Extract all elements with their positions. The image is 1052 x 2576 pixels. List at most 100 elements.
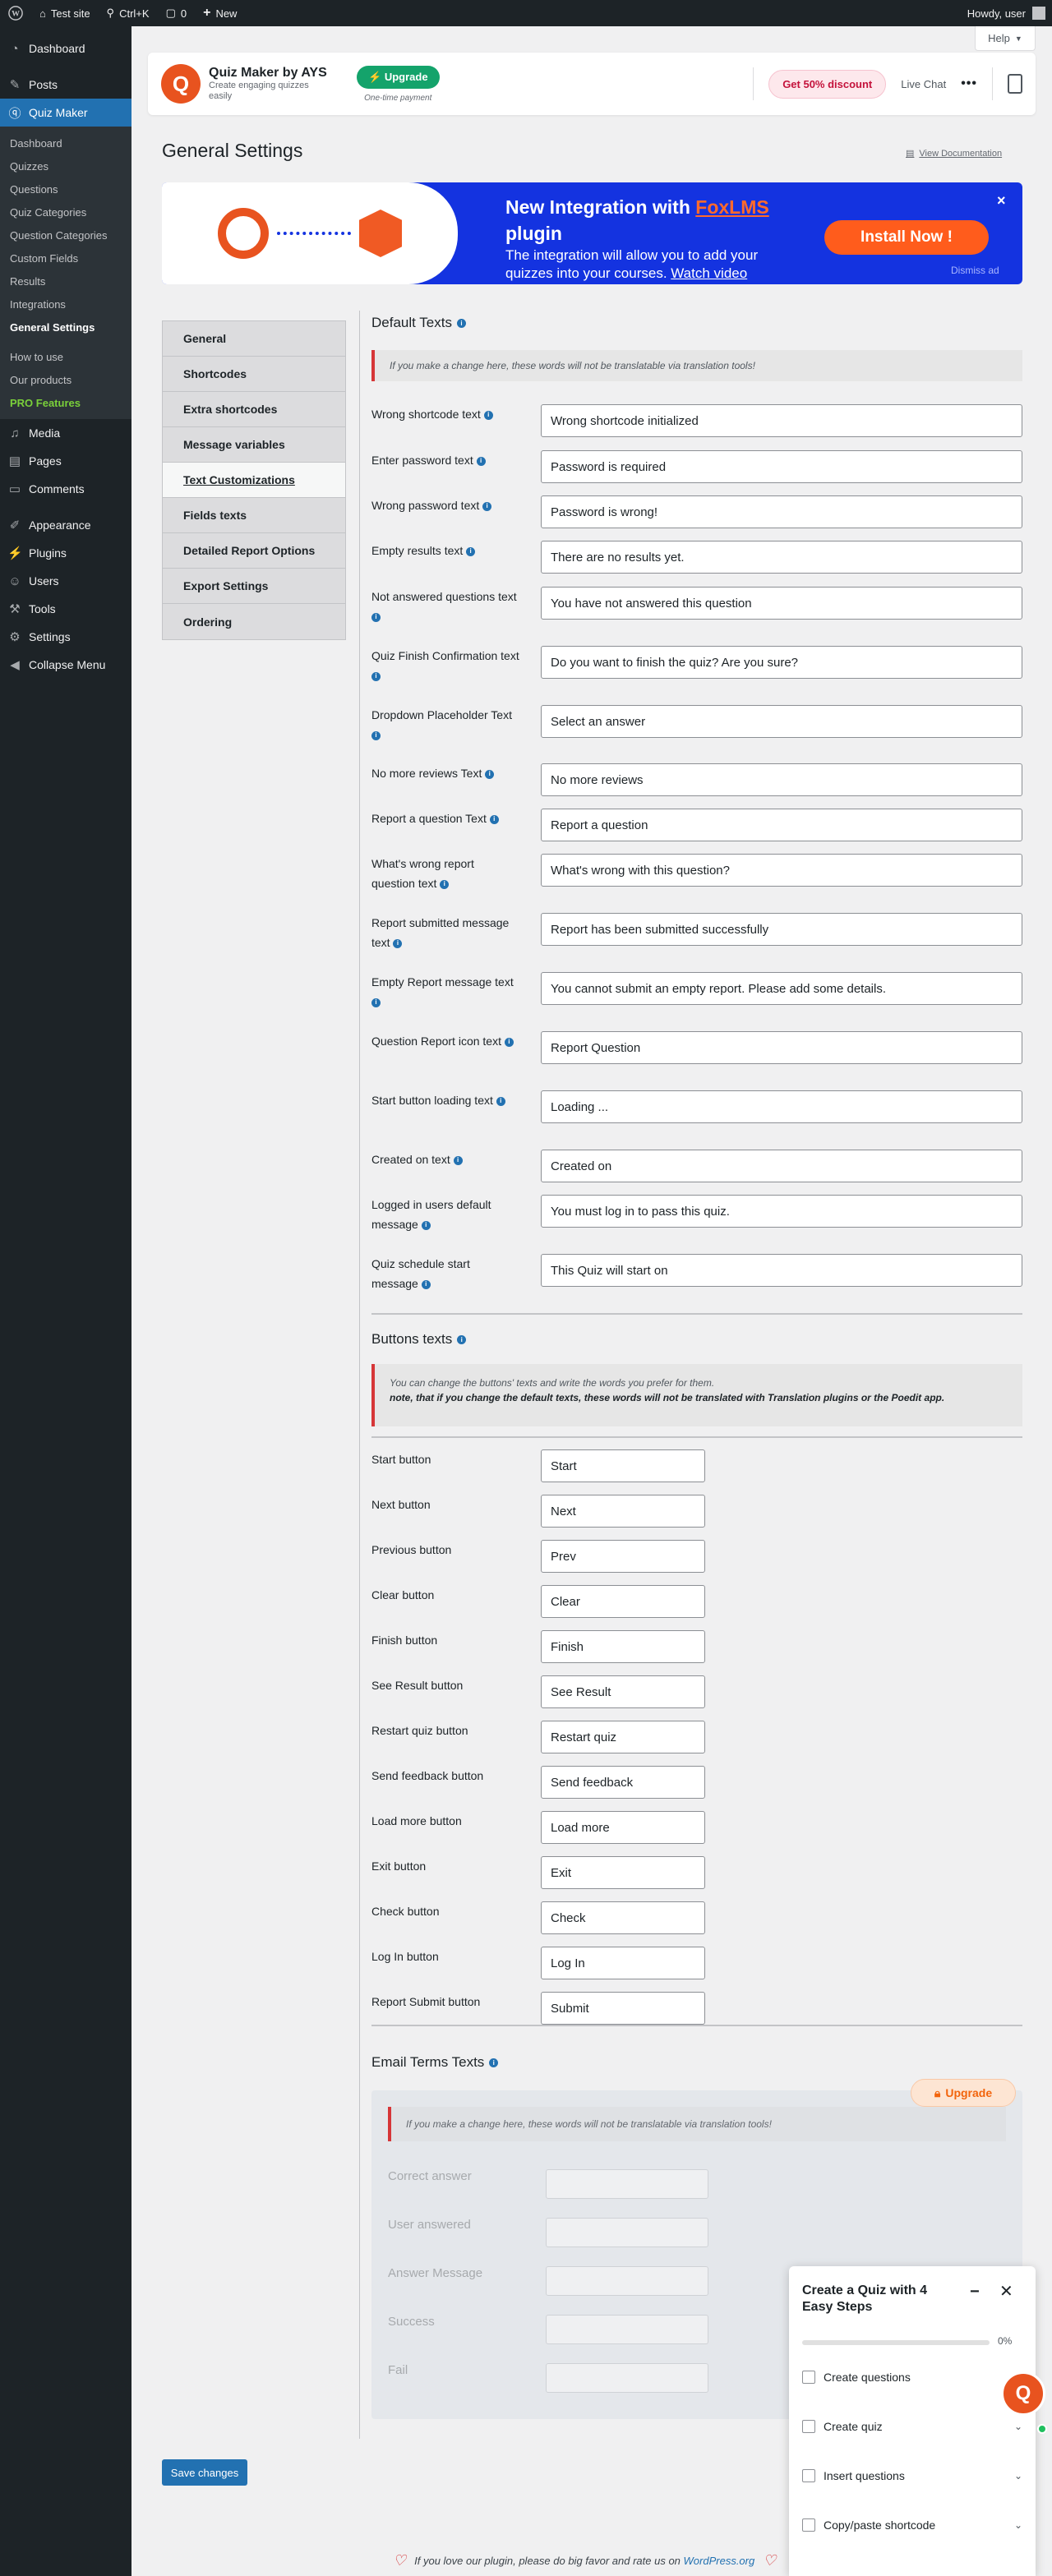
tab-detailed-report-options[interactable]: Detailed Report Options	[163, 533, 345, 569]
sidebar-item-plugins[interactable]: ⚡ Plugins	[0, 539, 132, 567]
save-changes-button[interactable]: Save changes	[162, 2459, 247, 2486]
info-icon[interactable]: i	[466, 546, 476, 556]
info-icon[interactable]: i	[456, 318, 466, 328]
text-input[interactable]: Wrong shortcode initialized	[541, 404, 1022, 437]
more-menu-button[interactable]: •••	[961, 76, 977, 91]
sidebar-item-appearance[interactable]: ✐ Appearance	[0, 511, 132, 539]
wordpress-org-link[interactable]: WordPress.org	[684, 2555, 755, 2567]
step-checkbox[interactable]	[802, 2420, 815, 2433]
info-icon[interactable]: i	[371, 730, 381, 740]
tab-fields-texts[interactable]: Fields texts	[163, 498, 345, 533]
site-link[interactable]: ⌂ Test site	[31, 0, 99, 26]
text-input[interactable]: You must log in to pass this quiz.	[541, 1195, 1022, 1228]
text-input[interactable]: Password is required	[541, 450, 1022, 483]
text-input[interactable]: What's wrong with this question?	[541, 854, 1022, 887]
info-icon[interactable]: i	[457, 1334, 467, 1344]
sidebar-item-quiz-maker[interactable]: ⓠ Quiz Maker	[0, 99, 132, 127]
collapse-menu-button[interactable]: ◀ Collapse Menu	[0, 651, 132, 679]
live-chat-link[interactable]: Live Chat	[901, 78, 946, 90]
sidebar-item-settings[interactable]: ⚙ Settings	[0, 623, 132, 651]
submenu-results[interactable]: Results	[0, 270, 132, 293]
text-input[interactable]: Start	[541, 1449, 705, 1482]
info-icon[interactable]: i	[476, 456, 486, 466]
quiz-maker-avatar-icon[interactable]: Q	[1001, 2371, 1045, 2416]
text-input[interactable]: Next	[541, 1495, 705, 1528]
close-icon[interactable]: ✕	[999, 2281, 1013, 2302]
submenu-question-categories[interactable]: Question Categories	[0, 223, 132, 247]
dismiss-ad-link[interactable]: Dismiss ad	[951, 265, 999, 276]
watch-video-link[interactable]: Watch video	[671, 265, 747, 281]
wordpress-logo-icon[interactable]: W	[0, 0, 31, 26]
submenu-dashboard[interactable]: Dashboard	[0, 131, 132, 154]
step-checkbox[interactable]	[802, 2371, 815, 2384]
text-input[interactable]: You cannot submit an empty report. Pleas…	[541, 972, 1022, 1005]
step-checkbox[interactable]	[802, 2518, 815, 2532]
submenu-our-products[interactable]: Our products	[0, 368, 132, 391]
info-icon[interactable]: i	[489, 814, 499, 824]
info-icon[interactable]: i	[485, 769, 495, 779]
email-upgrade-button[interactable]: 🔒︎ Upgrade	[911, 2079, 1016, 2107]
info-icon[interactable]: i	[504, 1037, 514, 1047]
tab-message-variables[interactable]: Message variables	[163, 427, 345, 463]
info-icon[interactable]: i	[440, 879, 450, 889]
info-icon[interactable]: i	[482, 501, 492, 511]
close-icon[interactable]: ×	[997, 192, 1006, 210]
tab-shortcodes[interactable]: Shortcodes	[163, 357, 345, 392]
submenu-integrations[interactable]: Integrations	[0, 293, 132, 316]
submenu-general-settings[interactable]: General Settings	[0, 316, 132, 339]
info-icon[interactable]: i	[371, 671, 381, 681]
help-tab[interactable]: Help ▼	[975, 26, 1036, 51]
text-input[interactable]: Exit	[541, 1856, 705, 1889]
submenu-how-to-use[interactable]: How to use	[0, 345, 132, 368]
step-insert-questions[interactable]: Insert questions ⌄	[802, 2463, 1022, 2488]
text-input[interactable]: See Result	[541, 1675, 705, 1708]
text-input[interactable]: No more reviews	[541, 763, 1022, 796]
text-input[interactable]: Clear	[541, 1585, 705, 1618]
submenu-quizzes[interactable]: Quizzes	[0, 154, 132, 177]
foxlms-link[interactable]: FoxLMS	[695, 196, 768, 218]
submenu-pro-features[interactable]: PRO Features	[0, 391, 132, 414]
step-create-questions[interactable]: Create questions ⌄	[802, 2365, 1022, 2389]
step-copy-paste-shortcode[interactable]: Copy/paste shortcode ⌄	[802, 2513, 1022, 2537]
upgrade-button[interactable]: ⚡ Upgrade	[357, 65, 440, 89]
submenu-questions[interactable]: Questions	[0, 177, 132, 200]
text-input[interactable]: Report a question	[541, 809, 1022, 841]
user-menu[interactable]: Howdy, user	[967, 7, 1052, 20]
info-icon[interactable]: i	[393, 938, 403, 948]
step-checkbox[interactable]	[802, 2469, 815, 2482]
comments-link[interactable]: ▢ 0	[158, 0, 196, 26]
sidebar-item-tools[interactable]: ⚒ Tools	[0, 595, 132, 623]
sidebar-item-users[interactable]: ☺ Users	[0, 567, 132, 595]
text-input[interactable]: This Quiz will start on	[541, 1254, 1022, 1287]
info-icon[interactable]: i	[371, 612, 381, 622]
clipboard-icon[interactable]	[1008, 74, 1022, 94]
info-icon[interactable]: i	[496, 1096, 505, 1106]
tab-export-settings[interactable]: Export Settings	[163, 569, 345, 604]
view-documentation-link[interactable]: ▤ View Documentation	[906, 148, 1002, 159]
sidebar-item-posts[interactable]: ✎ Posts	[0, 71, 132, 99]
text-input[interactable]: Log In	[541, 1947, 705, 1979]
text-input[interactable]: Password is wrong!	[541, 495, 1022, 528]
info-icon[interactable]: i	[483, 410, 493, 420]
text-input[interactable]: Select an answer	[541, 705, 1022, 738]
text-input[interactable]: You have not answered this question	[541, 587, 1022, 620]
info-icon[interactable]: i	[421, 1220, 431, 1230]
text-input[interactable]: Send feedback	[541, 1766, 705, 1799]
info-icon[interactable]: i	[489, 2058, 499, 2067]
text-input[interactable]: There are no results yet.	[541, 541, 1022, 574]
text-input[interactable]: Report has been submitted successfully	[541, 913, 1022, 946]
text-input[interactable]: Finish	[541, 1630, 705, 1663]
text-input[interactable]: Submit	[541, 1992, 705, 2025]
submenu-quiz-categories[interactable]: Quiz Categories	[0, 200, 132, 223]
sidebar-item-pages[interactable]: ▤ Pages	[0, 447, 132, 475]
text-input[interactable]: Prev	[541, 1540, 705, 1573]
command-palette[interactable]: ⚲ Ctrl+K	[99, 0, 158, 26]
submenu-custom-fields[interactable]: Custom Fields	[0, 247, 132, 270]
minimize-icon[interactable]: −	[970, 2283, 980, 2302]
step-create-quiz[interactable]: Create quiz ⌄	[802, 2414, 1022, 2439]
text-input[interactable]: Load more	[541, 1811, 705, 1844]
info-icon[interactable]: i	[421, 1279, 431, 1289]
tab-extra-shortcodes[interactable]: Extra shortcodes	[163, 392, 345, 427]
tab-general[interactable]: General	[163, 321, 345, 357]
install-now-button[interactable]: Install Now !	[824, 220, 989, 255]
